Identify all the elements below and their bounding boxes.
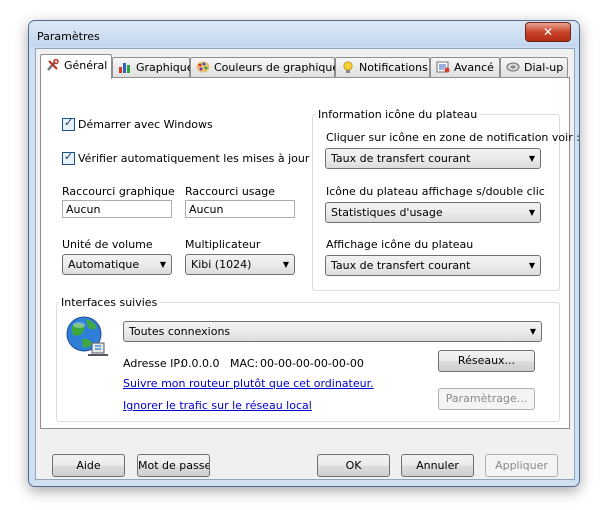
settings-window: Paramètres ✕ Général Graphique Couleurs … bbox=[28, 20, 580, 487]
advanced-icon bbox=[436, 61, 450, 73]
volume-unit-label: Unité de volume bbox=[62, 238, 153, 251]
tray-click-label: Cliquer sur icône en zone de notificatio… bbox=[326, 131, 580, 144]
tray-click-value: Taux de transfert courant bbox=[331, 152, 471, 165]
ip-address-label: Adresse IP: bbox=[123, 357, 184, 370]
tray-dblclick-dropdown[interactable]: Statistiques d'usage ▼ bbox=[325, 202, 541, 223]
tab-dialup[interactable]: Dial-up bbox=[500, 57, 568, 78]
shortcut-graph-label: Raccourci graphique bbox=[62, 185, 175, 198]
general-tab-panel: Démarrer avec Windows Vérifier automatiq… bbox=[40, 77, 579, 429]
chevron-down-icon: ▼ bbox=[528, 208, 535, 217]
shortcut-graph-field[interactable]: Aucun bbox=[62, 200, 172, 218]
tray-dblclick-label: Icône du plateau affichage s/double clic bbox=[326, 185, 545, 198]
tab-label: Avancé bbox=[454, 61, 494, 74]
window-title: Paramètres bbox=[37, 30, 100, 43]
tray-click-dropdown[interactable]: Taux de transfert courant ▼ bbox=[325, 148, 541, 169]
ip-address-value: 0.0.0.0 bbox=[181, 357, 220, 370]
chevron-down-icon: ▼ bbox=[159, 260, 166, 269]
shortcut-usage-field[interactable]: Aucun bbox=[185, 200, 295, 218]
tab-label: Général bbox=[64, 59, 108, 72]
palette-icon bbox=[196, 61, 210, 73]
mac-address-value: 00-00-00-00-00-00 bbox=[260, 357, 364, 370]
interfaces-group-title: Interfaces suivies bbox=[59, 296, 160, 309]
interfaces-value: Toutes connexions bbox=[129, 325, 231, 338]
tab-graphique[interactable]: Graphique bbox=[112, 57, 194, 78]
network-globe-icon bbox=[66, 316, 108, 356]
cancel-button[interactable]: Annuler bbox=[401, 454, 474, 477]
tray-display-dropdown[interactable]: Taux de transfert courant ▼ bbox=[325, 255, 541, 276]
network-settings-button[interactable]: Paramètrage... bbox=[438, 388, 535, 410]
shortcut-usage-label: Raccourci usage bbox=[185, 185, 276, 198]
start-windows-label: Démarrer avec Windows bbox=[78, 118, 213, 131]
apply-button[interactable]: Appliquer bbox=[485, 454, 558, 477]
tab-notifications[interactable]: Notifications bbox=[335, 57, 430, 78]
close-button[interactable]: ✕ bbox=[525, 22, 571, 42]
tab-advanced[interactable]: Avancé bbox=[430, 57, 500, 78]
tab-label: Dial-up bbox=[524, 61, 564, 74]
mac-address-label: MAC: bbox=[230, 357, 259, 370]
tools-icon bbox=[47, 59, 59, 71]
ok-button[interactable]: OK bbox=[317, 454, 390, 477]
tab-label: Notifications bbox=[359, 61, 428, 74]
dialog-client-area: Général Graphique Couleurs de graphique … bbox=[35, 48, 579, 480]
bar-chart-icon bbox=[119, 63, 130, 73]
multiplier-value: Kibi (1024) bbox=[191, 258, 252, 271]
check-updates-label: Vérifier automatiquement les mises à jou… bbox=[78, 152, 310, 165]
help-button[interactable]: Aide bbox=[52, 454, 125, 477]
tray-display-value: Taux de transfert courant bbox=[331, 259, 471, 272]
chevron-down-icon: ▼ bbox=[528, 154, 535, 163]
password-button[interactable]: Mot de passe... bbox=[137, 454, 210, 477]
multiplier-dropdown[interactable]: Kibi (1024) ▼ bbox=[185, 254, 295, 275]
chevron-down-icon: ▼ bbox=[282, 260, 289, 269]
tab-general[interactable]: Général bbox=[40, 54, 112, 79]
tray-dblclick-value: Statistiques d'usage bbox=[331, 206, 443, 219]
chevron-down-icon: ▼ bbox=[529, 327, 536, 336]
follow-router-link[interactable]: Suivre mon routeur plutôt que cet ordina… bbox=[123, 377, 374, 390]
title-bar[interactable]: Paramètres ✕ bbox=[29, 21, 579, 47]
tray-info-group-title: Information icône du plateau bbox=[316, 108, 480, 121]
tab-colors[interactable]: Couleurs de graphique bbox=[190, 57, 339, 78]
interfaces-dropdown[interactable]: Toutes connexions ▼ bbox=[123, 321, 542, 342]
start-windows-checkbox[interactable] bbox=[62, 116, 75, 131]
networks-button[interactable]: Réseaux... bbox=[438, 350, 535, 372]
multiplier-label: Multiplicateur bbox=[185, 238, 261, 251]
volume-unit-dropdown[interactable]: Automatique ▼ bbox=[62, 254, 172, 275]
check-updates-checkbox[interactable] bbox=[62, 150, 75, 165]
close-icon: ✕ bbox=[542, 25, 554, 39]
ignore-local-traffic-link[interactable]: Ignorer le trafic sur le réseau local bbox=[123, 399, 312, 412]
dialup-icon bbox=[506, 62, 520, 72]
tab-label: Graphique bbox=[136, 61, 194, 74]
tray-display-label: Affichage icône du plateau bbox=[326, 238, 474, 251]
tab-label: Couleurs de graphique bbox=[214, 61, 340, 74]
bulb-icon bbox=[343, 61, 353, 73]
chevron-down-icon: ▼ bbox=[528, 261, 535, 270]
volume-unit-value: Automatique bbox=[68, 258, 140, 271]
